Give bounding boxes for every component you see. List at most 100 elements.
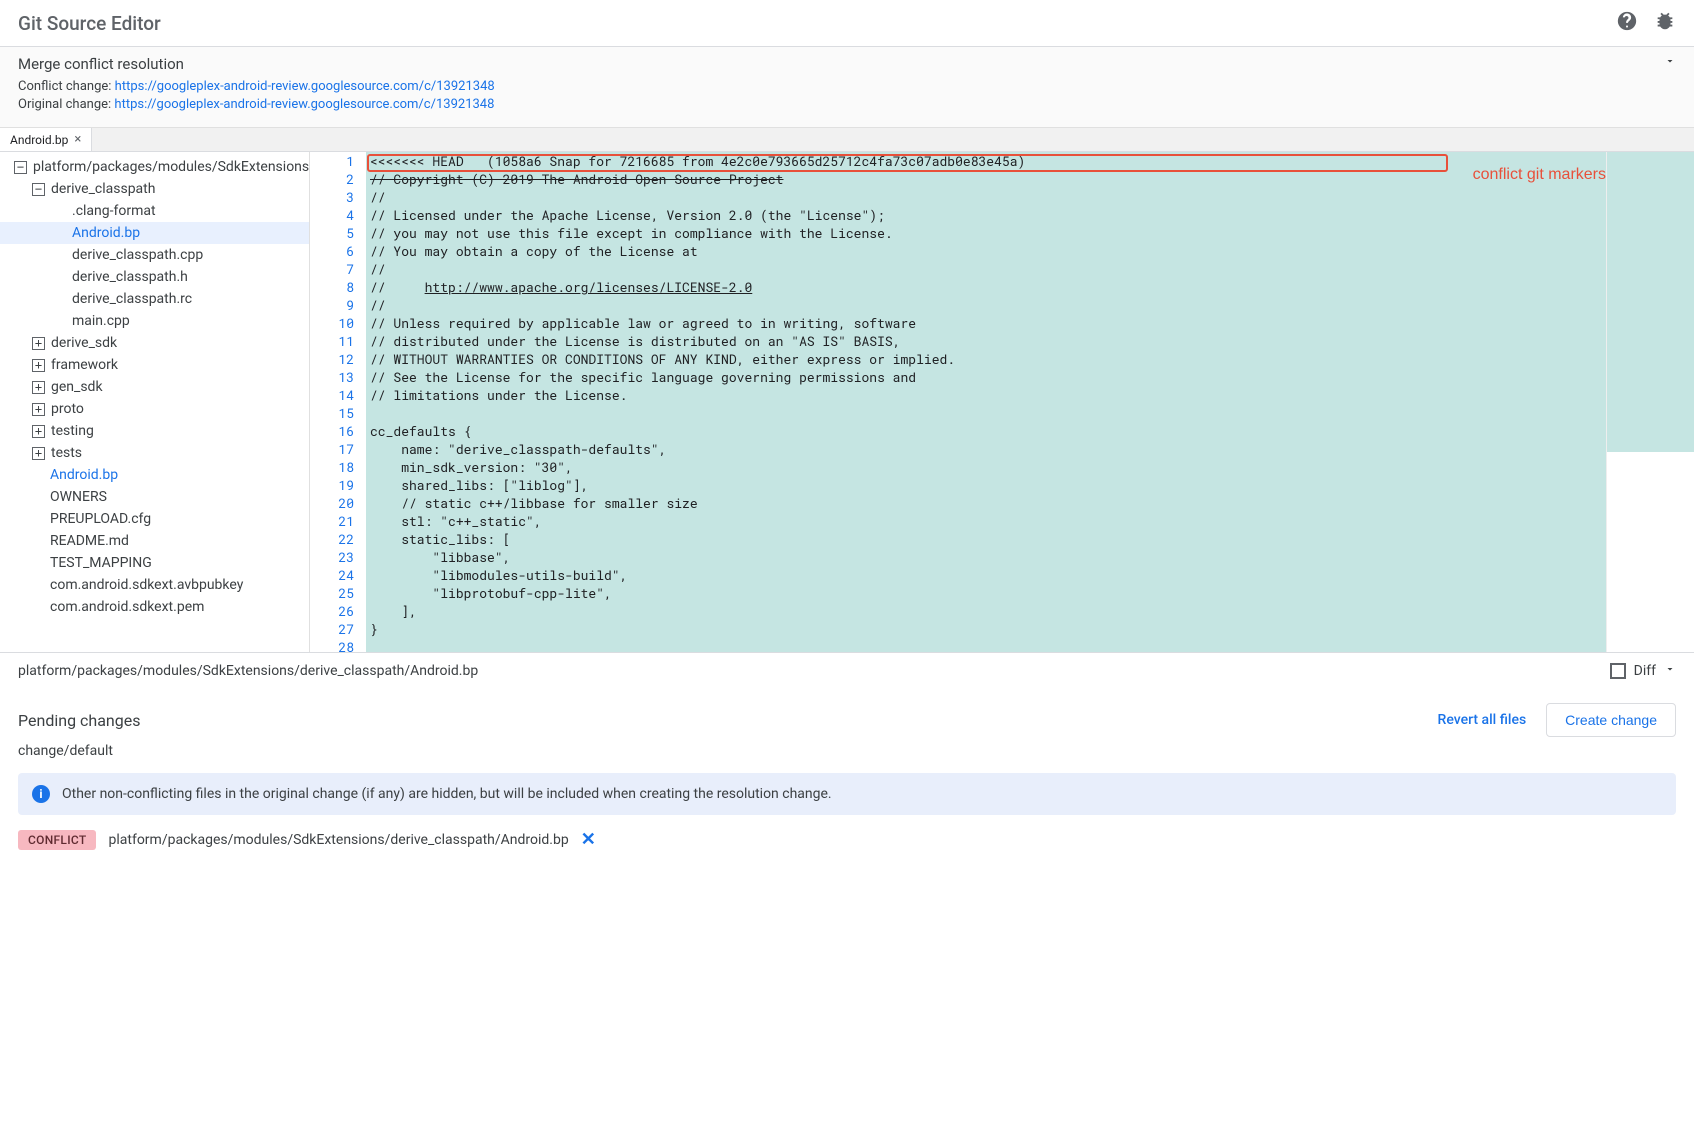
code-line[interactable] <box>370 638 1606 652</box>
code-line[interactable]: ], <box>370 602 1606 620</box>
diff-label: Diff <box>1634 663 1656 679</box>
code-line[interactable] <box>370 404 1606 422</box>
expand-icon[interactable]: + <box>32 403 45 416</box>
tree-item[interactable]: com.android.sdkext.pem <box>0 596 309 618</box>
code-line[interactable]: name: "derive_classpath-defaults", <box>370 440 1606 458</box>
tree-item[interactable]: main.cpp <box>0 310 309 332</box>
line-number: 26 <box>310 602 354 620</box>
tree-item[interactable]: −derive_classpath <box>0 178 309 200</box>
tree-item[interactable]: +testing <box>0 420 309 442</box>
tree-item[interactable]: +tests <box>0 442 309 464</box>
app-title: Git Source Editor <box>18 12 161 35</box>
tree-item[interactable]: +gen_sdk <box>0 376 309 398</box>
code-line[interactable]: // See the License for the specific lang… <box>370 368 1606 386</box>
code-line[interactable]: "libmodules-utils-build", <box>370 566 1606 584</box>
line-number: 15 <box>310 404 354 422</box>
current-file-path: platform/packages/modules/SdkExtensions/… <box>18 663 478 679</box>
tab-android-bp[interactable]: Android.bp × <box>0 128 92 151</box>
tree-item-label: .clang-format <box>72 203 156 219</box>
tree-item[interactable]: +framework <box>0 354 309 376</box>
code-line[interactable]: // <box>370 188 1606 206</box>
original-change-label: Original change: <box>18 97 111 112</box>
tree-item[interactable]: PREUPLOAD.cfg <box>0 508 309 530</box>
tree-item[interactable]: + derive_sdk <box>0 332 309 354</box>
code-line[interactable]: "libbase", <box>370 548 1606 566</box>
header-actions <box>1616 10 1676 36</box>
tree-item-label: derive_classpath <box>51 181 155 197</box>
tree-item-label: Android.bp <box>50 467 118 483</box>
tree-item[interactable]: com.android.sdkext.avbpubkey <box>0 574 309 596</box>
tree-item[interactable]: .clang-format <box>0 200 309 222</box>
conflict-change-link[interactable]: https://googleplex-android-review.google… <box>115 79 495 94</box>
tree-item[interactable]: Android.bp <box>0 222 309 244</box>
expand-icon[interactable]: + <box>32 359 45 372</box>
code-editor[interactable]: 1234567891011121314151617181920212223242… <box>310 152 1694 652</box>
code-link[interactable]: http://www.apache.org/licenses/LICENSE-2… <box>425 278 753 296</box>
code-line[interactable]: // distributed under the License is dist… <box>370 332 1606 350</box>
diff-checkbox[interactable] <box>1610 663 1626 679</box>
line-number: 27 <box>310 620 354 638</box>
code-area[interactable]: conflict git markers <<<<<<< HEAD (1058a… <box>366 152 1606 652</box>
code-line[interactable]: // WITHOUT WARRANTIES OR CONDITIONS OF A… <box>370 350 1606 368</box>
code-line[interactable]: // http://www.apache.org/licenses/LICENS… <box>370 278 1606 296</box>
code-line[interactable]: stl: "c++_static", <box>370 512 1606 530</box>
expand-icon[interactable]: + <box>32 337 45 350</box>
merge-panel: Merge conflict resolution Conflict chang… <box>0 47 1694 128</box>
revert-all-button[interactable]: Revert all files <box>1438 712 1527 728</box>
line-number: 2 <box>310 170 354 188</box>
tree-item[interactable]: README.md <box>0 530 309 552</box>
tree-item[interactable]: TEST_MAPPING <box>0 552 309 574</box>
collapse-icon[interactable] <box>1664 55 1676 71</box>
code-line[interactable]: static_libs: [ <box>370 530 1606 548</box>
code-line[interactable]: // You may obtain a copy of the License … <box>370 242 1606 260</box>
code-line[interactable]: "libprotobuf-cpp-lite", <box>370 584 1606 602</box>
help-icon[interactable] <box>1616 10 1638 36</box>
create-change-button[interactable]: Create change <box>1546 703 1676 737</box>
collapse-icon[interactable]: − <box>32 183 45 196</box>
code-line[interactable]: // Unless required by applicable law or … <box>370 314 1606 332</box>
code-line[interactable]: // you may not use this file except in c… <box>370 224 1606 242</box>
code-line[interactable]: cc_defaults { <box>370 422 1606 440</box>
dropdown-icon[interactable] <box>1664 663 1676 679</box>
tree-item[interactable]: derive_classpath.cpp <box>0 244 309 266</box>
code-line[interactable]: <<<<<<< HEAD (1058a6 Snap for 7216685 fr… <box>370 152 1606 170</box>
code-line[interactable]: // static c++/libbase for smaller size <box>370 494 1606 512</box>
collapse-icon[interactable]: − <box>14 161 27 174</box>
tree-item[interactable]: +proto <box>0 398 309 420</box>
conflict-annotation: conflict git markers <box>1473 166 1606 184</box>
tree-item[interactable]: OWNERS <box>0 486 309 508</box>
conflict-change-label: Conflict change: <box>18 79 111 94</box>
original-change-link[interactable]: https://googleplex-android-review.google… <box>114 97 494 112</box>
line-number: 24 <box>310 566 354 584</box>
minimap[interactable] <box>1606 152 1694 652</box>
code-line[interactable]: // <box>370 296 1606 314</box>
tree-item-label: platform/packages/modules/SdkExtensions <box>33 159 309 175</box>
tree-item[interactable]: derive_classpath.rc <box>0 288 309 310</box>
line-number: 11 <box>310 332 354 350</box>
line-number: 5 <box>310 224 354 242</box>
tree-item-label: derive_sdk <box>51 335 117 351</box>
line-number: 14 <box>310 386 354 404</box>
close-icon[interactable]: × <box>74 132 81 147</box>
file-tree[interactable]: −platform/packages/modules/SdkExtensions… <box>0 152 310 652</box>
info-icon: i <box>32 785 50 803</box>
bug-icon[interactable] <box>1654 10 1676 36</box>
tree-item[interactable]: Android.bp <box>0 464 309 486</box>
tree-item[interactable]: derive_classpath.h <box>0 266 309 288</box>
code-line[interactable]: // Licensed under the Apache License, Ve… <box>370 206 1606 224</box>
code-line[interactable]: // Copyright (C) 2019 The Android Open S… <box>370 170 1606 188</box>
expand-icon[interactable]: + <box>32 381 45 394</box>
tree-item-label: derive_classpath.cpp <box>72 247 203 263</box>
remove-conflict-icon[interactable]: ✕ <box>581 829 596 850</box>
code-line[interactable]: // limitations under the License. <box>370 386 1606 404</box>
code-line[interactable]: min_sdk_version: "30", <box>370 458 1606 476</box>
code-line[interactable]: } <box>370 620 1606 638</box>
expand-icon[interactable]: + <box>32 425 45 438</box>
code-line[interactable]: shared_libs: ["liblog"], <box>370 476 1606 494</box>
app-header: Git Source Editor <box>0 0 1694 47</box>
line-number: 23 <box>310 548 354 566</box>
tree-item[interactable]: −platform/packages/modules/SdkExtensions <box>0 156 309 178</box>
line-number: 8 <box>310 278 354 296</box>
expand-icon[interactable]: + <box>32 447 45 460</box>
code-line[interactable]: // <box>370 260 1606 278</box>
